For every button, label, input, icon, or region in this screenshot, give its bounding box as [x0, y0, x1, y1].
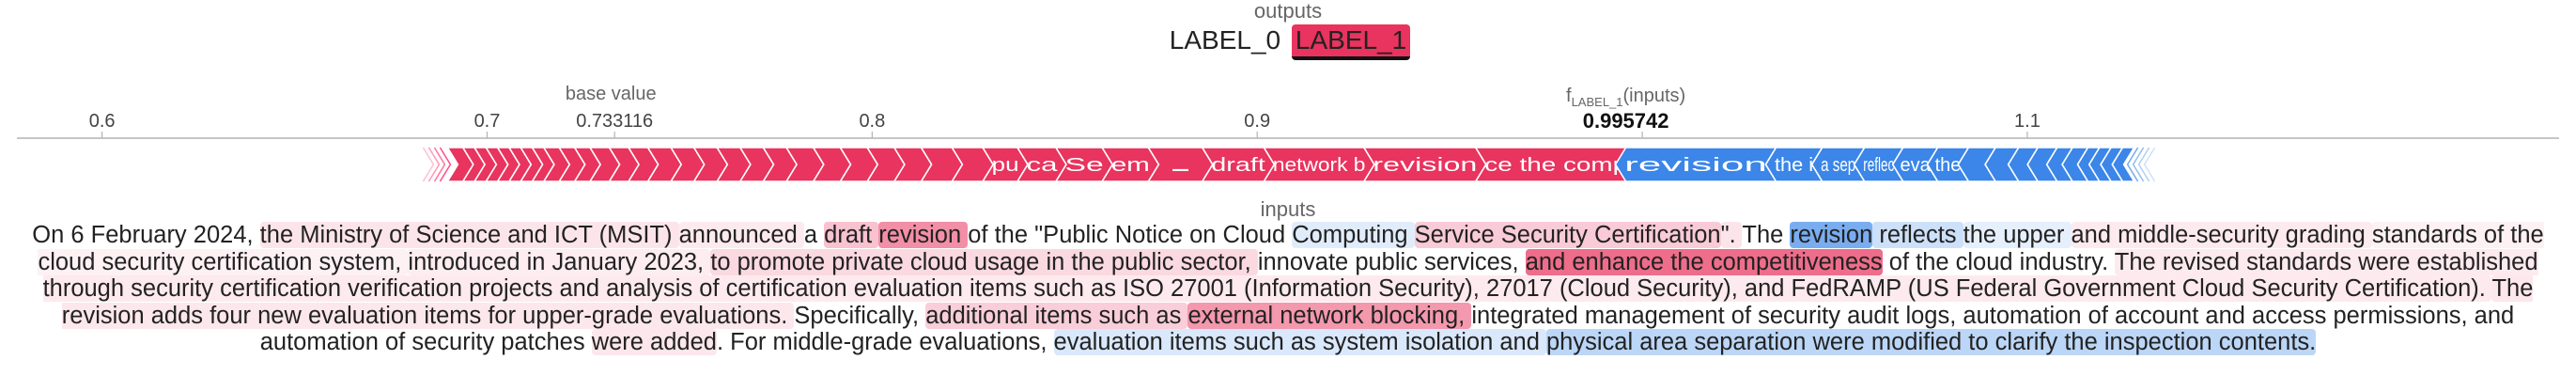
negative-contribution-label: the	[1935, 155, 1962, 176]
x-axis-tick-label: 0.8	[859, 111, 885, 132]
input-token[interactable]: of the "Public Notice on Cloud	[968, 222, 1292, 248]
input-token[interactable]: physical area separation were modified t…	[1545, 329, 2317, 355]
input-token[interactable]: . For middle-grade evaluations,	[717, 329, 1054, 355]
input-token[interactable]: Specifically,	[794, 303, 925, 329]
x-axis-tick-label: 0.9	[1244, 111, 1270, 132]
input-token[interactable]: revision	[878, 222, 969, 248]
input-token[interactable]: the upper	[1963, 222, 2072, 248]
input-token[interactable]: On 6 February 2024,	[32, 222, 259, 248]
positive-contribution-label: pu	[992, 155, 1019, 176]
negative-contribution-label: a sep	[1821, 155, 1855, 176]
input-token[interactable]: Computing	[1292, 222, 1415, 248]
output-label-1[interactable]: LABEL_1	[1291, 24, 1411, 60]
input-token[interactable]: evaluation items such as system isolatio…	[1053, 329, 1546, 355]
base-value-number: 0.733116	[576, 111, 653, 132]
outputs-header: outputs LABEL_0 LABEL_1	[0, 0, 2576, 60]
output-name-label: fLABEL_1(inputs)	[1566, 86, 1685, 109]
inputs-title: inputs	[1260, 197, 1316, 221]
x-axis-tick-label: 1.1	[2014, 111, 2041, 132]
output-name-suffix: (inputs)	[1623, 86, 1686, 106]
positive-contribution-label: .	[1157, 155, 1203, 176]
positive-contribution-label: draft	[1211, 155, 1265, 176]
input-text-passage: On 6 February 2024, the Ministry of Scie…	[13, 222, 2563, 356]
positive-contribution-label: network b	[1273, 155, 1366, 176]
input-token[interactable]: ".	[1720, 222, 1743, 248]
input-token[interactable]: revision	[1790, 222, 1873, 248]
x-axis-tick-label: 0.6	[89, 111, 116, 132]
negative-contribution-label: eva	[1901, 155, 1932, 176]
input-token[interactable]: the Ministry of Science and ICT (MSIT)	[259, 222, 679, 248]
positive-contribution-label: ce the comp	[1484, 155, 1627, 176]
output-labels: LABEL_0 LABEL_1	[0, 24, 2576, 60]
negative-contribution-label: revision	[1624, 155, 1767, 176]
x-axis-tick-label: 0.7	[474, 111, 501, 132]
input-token[interactable]: draft	[824, 222, 879, 248]
positive-contribution-label: Se	[1065, 155, 1104, 176]
outputs-title: outputs	[1253, 0, 1323, 23]
input-token[interactable]: innovate public services,	[1258, 249, 1526, 275]
input-token[interactable]: and middle-security grading	[2071, 222, 2372, 248]
input-token[interactable]: and enhance the competitiveness	[1525, 248, 1883, 275]
output-value: 0.995742	[1583, 109, 1669, 133]
input-token[interactable]: reflects	[1872, 222, 1963, 248]
input-token[interactable]: Service Security Certification	[1414, 222, 1721, 248]
input-token[interactable]: of the cloud industry.	[1883, 249, 2115, 275]
input-token[interactable]: a	[804, 222, 824, 248]
input-token[interactable]: introduced in January 2023,	[408, 248, 711, 275]
base-value-label: base value	[566, 84, 657, 104]
positive-contribution-label: em	[1111, 155, 1150, 176]
input-token[interactable]: were added	[591, 329, 717, 355]
input-token[interactable]: The	[1742, 222, 1790, 248]
output-name-sub: LABEL_1	[1572, 95, 1623, 109]
negative-contribution-label: the i	[1775, 155, 1813, 176]
input-token[interactable]: to promote private cloud usage in the pu…	[710, 248, 1258, 275]
input-token[interactable]: announced	[678, 222, 804, 248]
output-label-0[interactable]: LABEL_0	[1166, 24, 1284, 56]
input-token[interactable]: external network blocking,	[1187, 302, 1472, 329]
negative-contribution-label: reflec	[1863, 155, 1894, 176]
positive-contribution-label: revision	[1373, 155, 1477, 176]
positive-contribution-label: ca	[1027, 155, 1059, 176]
input-token[interactable]: additional items such as	[925, 302, 1188, 329]
